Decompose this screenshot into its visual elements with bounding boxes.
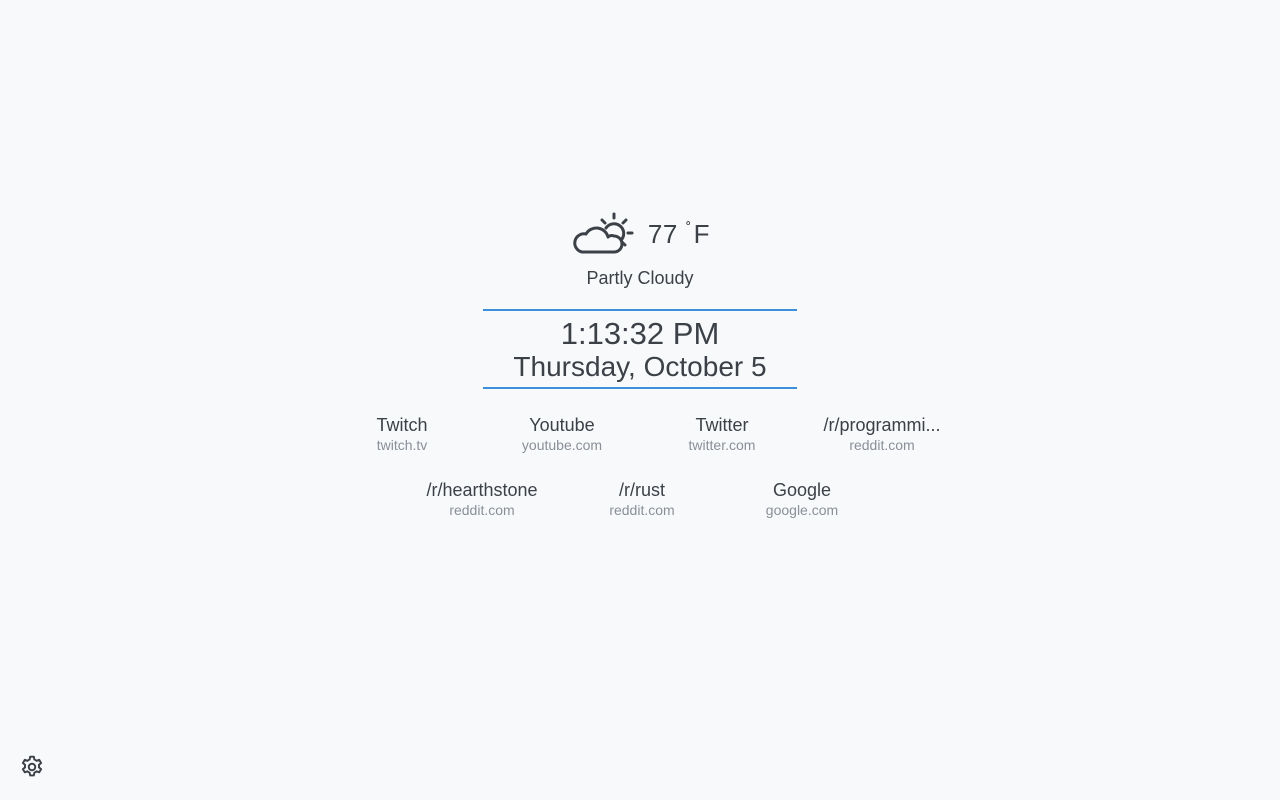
shortcut-name: Youtube — [529, 415, 595, 435]
shortcut-url: reddit.com — [609, 502, 675, 518]
shortcut-r-programming[interactable]: /r/programmi... reddit.com — [807, 414, 957, 454]
partly-cloudy-icon — [573, 212, 634, 254]
clock-time: 1:13:32 PM — [560, 316, 720, 351]
weather-condition: Partly Cloudy — [586, 268, 694, 288]
clock-divider-top — [483, 309, 797, 311]
clock-date: Thursday, October 5 — [513, 351, 767, 382]
shortcut-url: google.com — [765, 502, 839, 518]
shortcut-url: reddit.com — [449, 502, 515, 518]
shortcut-url: twitch.tv — [376, 437, 428, 453]
shortcut-name: /r/rust — [618, 480, 665, 500]
shortcut-twitch[interactable]: Twitch twitch.tv — [327, 414, 477, 454]
shortcut-youtube[interactable]: Youtube youtube.com — [487, 414, 637, 454]
shortcut-google[interactable]: Google google.com — [727, 479, 877, 519]
shortcut-name: Twitch — [376, 415, 428, 435]
gear-icon[interactable] — [19, 754, 45, 780]
temperature-unit: F — [693, 218, 711, 249]
shortcut-url: reddit.com — [849, 437, 915, 453]
shortcut-name: Google — [772, 480, 832, 500]
weather-widget: 77 ˚F — [0, 212, 1280, 256]
temperature-value: 77 — [647, 218, 678, 249]
shortcut-name: /r/hearthstone — [426, 480, 538, 500]
degree-symbol: ˚ — [685, 220, 692, 238]
shortcut-url: youtube.com — [521, 437, 603, 453]
new-tab-page: 77 ˚F Partly Cloudy 1:13:32 PM Thursday, … — [0, 0, 1280, 800]
shortcut-name: Twitter — [695, 415, 749, 435]
shortcut-name: /r/programmi... — [823, 415, 941, 435]
clock-divider-bottom — [483, 387, 797, 389]
shortcut-r-hearthstone[interactable]: /r/hearthstone reddit.com — [407, 479, 557, 519]
shortcut-twitter[interactable]: Twitter twitter.com — [647, 414, 797, 454]
shortcut-url: twitter.com — [688, 437, 756, 453]
temperature: 77 ˚F — [648, 219, 710, 250]
shortcut-r-rust[interactable]: /r/rust reddit.com — [567, 479, 717, 519]
